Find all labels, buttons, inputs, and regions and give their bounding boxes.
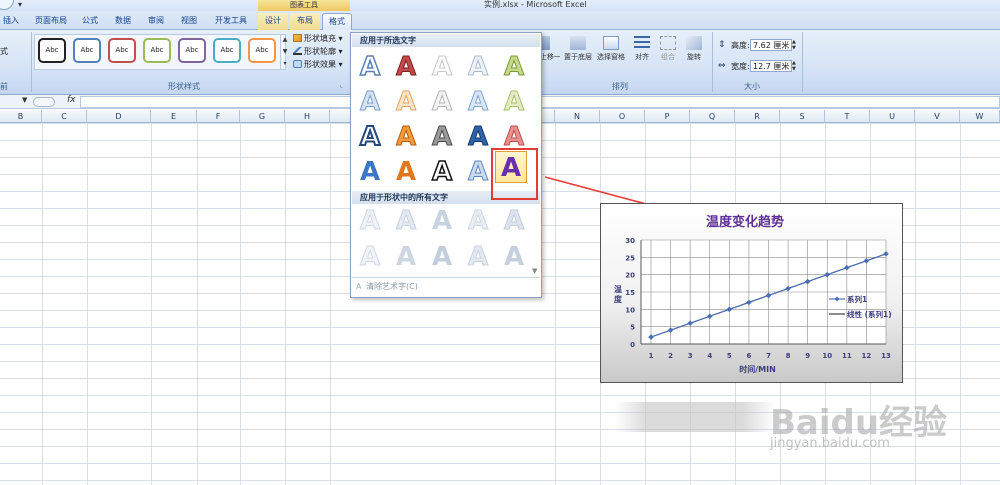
x-tick-label: 6 [746, 352, 751, 360]
y-tick-label: 0 [630, 341, 635, 349]
y-tick-label: 20 [625, 272, 635, 280]
x-tick-label: 8 [786, 352, 791, 360]
line-chart[interactable]: 温度变化趋势 0 5 10 15 20 25 30 1 2 3 4 5 6 7 8 9 10 11 12 13 时间/M… [600, 203, 903, 383]
x-tick-label: 1 [649, 352, 654, 360]
x-tick-label: 5 [727, 352, 732, 360]
watermark-url: jingyan.baidu.com [770, 436, 890, 451]
y-tick-label: 25 [625, 254, 635, 262]
x-tick-label: 10 [822, 352, 832, 360]
blurred-region [615, 402, 775, 432]
x-tick-label: 4 [707, 352, 712, 360]
legend-label-series: 系列1 [847, 294, 867, 304]
y-tick-label: 5 [630, 324, 635, 332]
y-tick-label: 30 [625, 237, 635, 245]
legend-label-trend: 线性 (系列1) [847, 309, 892, 319]
x-tick-label: 9 [805, 352, 810, 360]
y-tick-label: 15 [625, 289, 635, 297]
x-tick-label: 11 [842, 352, 852, 360]
y-axis-label: 温 [614, 284, 622, 294]
x-tick-label: 3 [688, 352, 693, 360]
chart-plot: 0510152025301 2 3 4 5 6 7 8 9 10 11 12 13时间/MIN温度 系列1… [614, 237, 892, 374]
x-tick-label: 7 [766, 352, 771, 360]
x-tick-label: 13 [881, 352, 891, 360]
x-tick-label: 2 [668, 352, 673, 360]
x-axis-label: 时间/MIN [739, 364, 776, 374]
y-axis-label: 度 [614, 294, 623, 304]
y-tick-label: 10 [625, 306, 635, 314]
x-tick-label: 12 [862, 352, 872, 360]
